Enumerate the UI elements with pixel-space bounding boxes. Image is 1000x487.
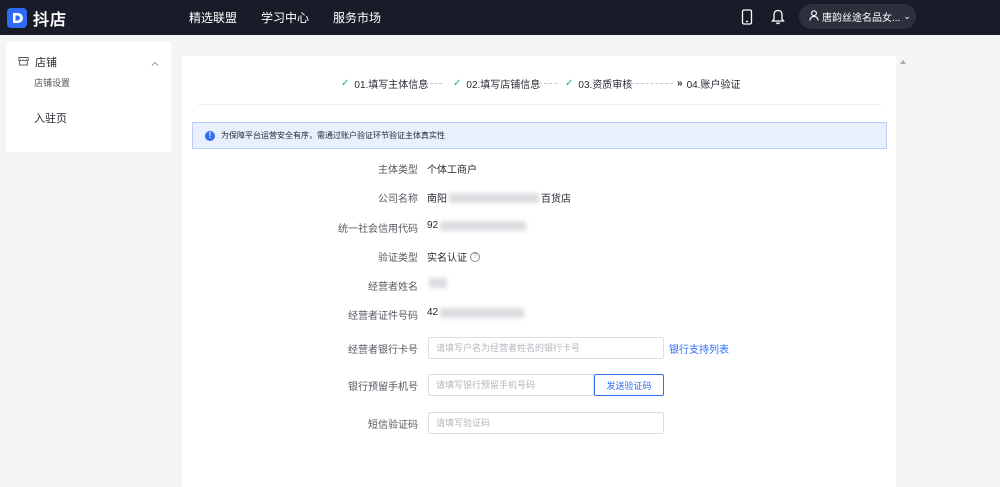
notice-text: 为保障平台运营安全有序，需通过账户验证环节验证主体真实性 bbox=[221, 131, 445, 140]
bank-card-input[interactable] bbox=[428, 337, 664, 359]
user-name: 唐韵丝途名品女... bbox=[822, 13, 901, 24]
help-icon[interactable]: ? bbox=[470, 251, 480, 262]
step-label: 04.账户验证 bbox=[686, 80, 741, 91]
field-subject-type: 主体类型 个体工商户 bbox=[182, 157, 896, 179]
field-value: 个体工商户 bbox=[427, 165, 477, 176]
company-name-suffix: 百货店 bbox=[541, 194, 571, 205]
field-company-name: 公司名称 南阳 百货店 bbox=[182, 186, 896, 208]
field-bank-phone: 银行预留手机号 发送验证码 bbox=[182, 374, 896, 396]
double-chevron-right-icon: » bbox=[677, 78, 683, 89]
field-label: 主体类型 bbox=[378, 165, 418, 176]
field-label: 经营者银行卡号 bbox=[348, 345, 418, 356]
user-icon bbox=[809, 9, 819, 24]
bell-icon[interactable] bbox=[769, 8, 787, 26]
step-connector bbox=[631, 83, 673, 84]
step-label: 03.资质审核 bbox=[578, 80, 633, 91]
check-icon: ✓ bbox=[341, 78, 350, 89]
info-icon: ! bbox=[205, 130, 215, 141]
step-label: 02.填写店铺信息 bbox=[466, 80, 541, 91]
sidebar-item-store-settings[interactable]: 店铺设置 bbox=[34, 76, 70, 89]
field-label: 经营者证件号码 bbox=[348, 311, 418, 322]
redacted-text bbox=[429, 278, 447, 288]
field-operator-id: 经营者证件号码 42 bbox=[182, 303, 896, 325]
sidebar-item-onboarding[interactable]: 入驻页 bbox=[34, 110, 67, 126]
redacted-text bbox=[440, 220, 527, 231]
sidebar-group-label: 店铺 bbox=[35, 57, 57, 69]
field-value bbox=[427, 278, 449, 288]
check-icon: ✓ bbox=[565, 78, 574, 89]
info-notice: ! 为保障平台运营安全有序，需通过账户验证环节验证主体真实性 bbox=[192, 122, 887, 149]
field-label: 短信验证码 bbox=[368, 420, 418, 431]
step-connector bbox=[426, 83, 442, 84]
progress-steps: ✓ 01.填写主体信息 ✓ 02.填写店铺信息 ✓ 03.资质审核 » 04.账… bbox=[182, 76, 896, 91]
nav-item-alliance[interactable]: 精选联盟 bbox=[189, 9, 237, 26]
top-navigation-bar: 抖店 精选联盟 学习中心 服务市场 唐韵丝途名品女... ⌄ bbox=[0, 0, 1000, 35]
mobile-icon[interactable] bbox=[738, 8, 756, 26]
step-3: ✓ 03.资质审核 bbox=[565, 76, 632, 91]
step-label: 01.填写主体信息 bbox=[354, 80, 429, 91]
nav-item-learning-center[interactable]: 学习中心 bbox=[261, 9, 309, 26]
field-label: 验证类型 bbox=[378, 253, 418, 264]
field-label: 银行预留手机号 bbox=[348, 382, 418, 393]
field-label: 统一社会信用代码 bbox=[338, 224, 418, 235]
step-4: » 04.账户验证 bbox=[677, 76, 740, 91]
store-icon bbox=[18, 55, 29, 69]
verify-type-value: 实名认证 bbox=[427, 253, 467, 264]
bank-phone-input[interactable] bbox=[428, 374, 594, 396]
field-verify-type: 验证类型 实名认证 ? bbox=[182, 245, 896, 267]
sms-code-input[interactable] bbox=[428, 412, 664, 434]
chevron-up-icon[interactable] bbox=[151, 56, 159, 70]
doudian-logo-icon bbox=[7, 7, 27, 28]
brand-name: 抖店 bbox=[33, 11, 68, 29]
check-icon: ✓ bbox=[453, 78, 462, 89]
company-name-prefix: 南阳 bbox=[427, 194, 447, 205]
bank-support-list-link[interactable]: 银行支持列表 bbox=[669, 341, 729, 356]
step-connector bbox=[539, 83, 557, 84]
field-value: 南阳 百货店 bbox=[427, 190, 571, 205]
send-code-button[interactable]: 发送验证码 bbox=[594, 374, 664, 396]
user-account-menu[interactable]: 唐韵丝途名品女... ⌄ bbox=[799, 4, 916, 29]
top-nav: 精选联盟 学习中心 服务市场 bbox=[189, 9, 405, 26]
field-label: 经营者姓名 bbox=[368, 282, 418, 293]
field-operator-name: 经营者姓名 bbox=[182, 274, 896, 296]
step-2: ✓ 02.填写店铺信息 bbox=[453, 76, 540, 91]
field-value: 实名认证 ? bbox=[427, 249, 480, 264]
step-1: ✓ 01.填写主体信息 bbox=[341, 76, 428, 91]
field-value: 42 bbox=[427, 307, 526, 318]
field-credit-code: 统一社会信用代码 92 bbox=[182, 216, 896, 238]
field-label: 公司名称 bbox=[378, 194, 418, 205]
steps-divider bbox=[198, 104, 881, 105]
scroll-up-arrow-icon[interactable] bbox=[900, 60, 906, 64]
operator-id-prefix: 42 bbox=[427, 307, 439, 318]
credit-code-prefix: 92 bbox=[427, 220, 439, 231]
chevron-down-icon: ⌄ bbox=[903, 11, 911, 21]
page-scrollbar[interactable] bbox=[897, 56, 909, 487]
nav-item-service-market[interactable]: 服务市场 bbox=[333, 9, 381, 26]
redacted-text bbox=[440, 307, 525, 318]
sidebar: 店铺 店铺设置 入驻页 bbox=[6, 42, 171, 152]
verification-card: ✓ 01.填写主体信息 ✓ 02.填写店铺信息 ✓ 03.资质审核 » 04.账… bbox=[182, 56, 896, 487]
field-sms-code: 短信验证码 bbox=[182, 412, 896, 434]
brand-logo[interactable]: 抖店 bbox=[7, 6, 177, 30]
redacted-text bbox=[449, 192, 539, 203]
field-bank-card: 经营者银行卡号 银行支持列表 bbox=[182, 337, 896, 359]
sidebar-group-store[interactable]: 店铺 bbox=[6, 52, 171, 72]
field-value: 92 bbox=[427, 220, 528, 231]
